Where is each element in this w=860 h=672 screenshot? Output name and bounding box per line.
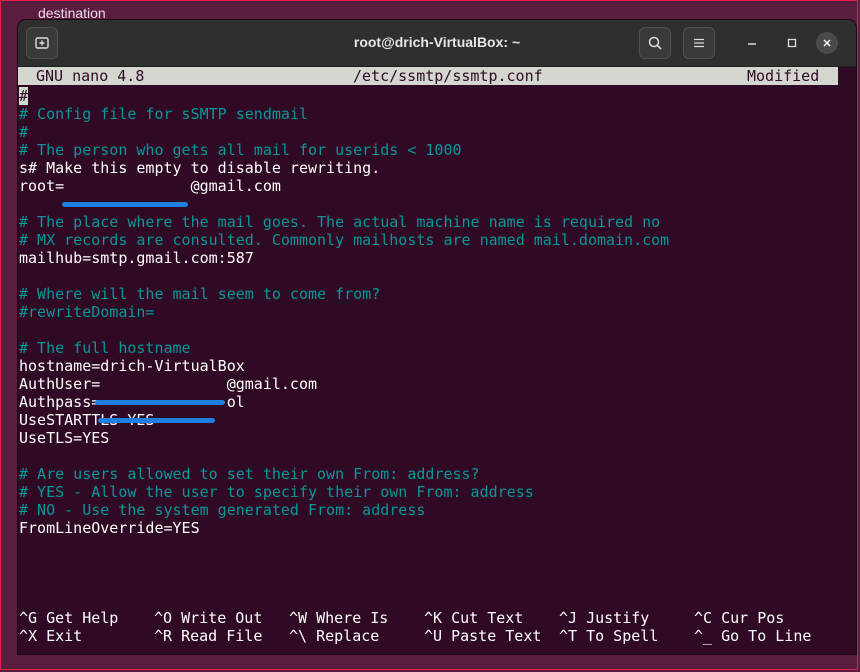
background-window-title: destination bbox=[38, 5, 106, 21]
editor-line[interactable]: # The person who gets all mail for useri… bbox=[19, 141, 462, 159]
editor-line[interactable]: # NO - Use the system generated From: ad… bbox=[19, 501, 425, 519]
shortcut-key: ^W bbox=[289, 609, 308, 627]
editor-line[interactable]: # The place where the mail goes. The act… bbox=[19, 213, 660, 231]
shortcut-item: ^R Read File bbox=[154, 627, 262, 645]
shortcut-item: ^X Exit bbox=[19, 627, 82, 645]
editor-line[interactable]: # YES - Allow the user to specify their … bbox=[19, 483, 534, 501]
nano-version: GNU nano 4.8 bbox=[36, 67, 145, 85]
shortcut-label: Replace bbox=[307, 627, 380, 645]
minimize-button[interactable] bbox=[736, 27, 768, 59]
shortcut-key: ^X bbox=[19, 627, 38, 645]
shortcut-key: ^_ bbox=[694, 627, 713, 645]
shortcut-label: Read File bbox=[172, 627, 263, 645]
shortcut-item: ^C Cur Pos bbox=[694, 609, 784, 627]
shortcut-item: ^_ Go To Line bbox=[694, 627, 811, 645]
editor-line[interactable]: s# Make this empty to disable rewriting. bbox=[19, 159, 380, 177]
redaction-mark bbox=[62, 202, 188, 207]
shortcut-label: Cut Text bbox=[442, 609, 524, 627]
shortcut-label: Get Help bbox=[37, 609, 119, 627]
text-cursor: # bbox=[19, 87, 29, 105]
shortcut-key: ^\ bbox=[289, 627, 308, 645]
editor-line[interactable]: # bbox=[19, 123, 28, 141]
terminal-window: root@drich-VirtualBox: ~ GNU nano 4.8 /e… bbox=[18, 20, 856, 654]
shortcut-item: ^J Justify bbox=[559, 609, 649, 627]
shortcut-item: ^W Where Is bbox=[289, 609, 388, 627]
editor-line[interactable]: # Where will the mail seem to come from? bbox=[19, 285, 380, 303]
terminal-area[interactable]: GNU nano 4.8 /etc/ssmtp/ssmtp.conf Modif… bbox=[18, 67, 856, 654]
shortcut-item: ^\ Replace bbox=[289, 627, 379, 645]
menu-button[interactable] bbox=[683, 27, 715, 59]
editor-line[interactable]: UseTLS=YES bbox=[19, 429, 109, 447]
nano-header-bar: GNU nano 4.8 /etc/ssmtp/ssmtp.conf Modif… bbox=[18, 67, 838, 85]
shortcut-item: ^G Get Help bbox=[19, 609, 118, 627]
shortcut-key: ^U bbox=[424, 627, 443, 645]
shortcut-item: ^K Cut Text bbox=[424, 609, 523, 627]
maximize-icon bbox=[787, 38, 797, 48]
redaction-mark bbox=[98, 418, 215, 423]
hamburger-menu-icon bbox=[694, 38, 704, 48]
shortcut-item: ^T To Spell bbox=[559, 627, 658, 645]
search-button[interactable] bbox=[639, 27, 671, 59]
editor-line[interactable]: FromLineOverride=YES bbox=[19, 519, 200, 537]
shortcut-key: ^K bbox=[424, 609, 443, 627]
editor-line[interactable]: # Config file for sSMTP sendmail bbox=[19, 105, 308, 123]
editor-line[interactable]: # MX records are consulted. Commonly mai… bbox=[19, 231, 669, 249]
shortcut-key: ^T bbox=[559, 627, 578, 645]
close-icon bbox=[823, 39, 831, 47]
shortcut-label: To Spell bbox=[577, 627, 659, 645]
editor-line[interactable]: # Are users allowed to set their own Fro… bbox=[19, 465, 480, 483]
redaction-mark bbox=[95, 400, 225, 405]
nano-status: Modified bbox=[747, 67, 820, 85]
editor-line[interactable]: mailhub=smtp.gmail.com:587 bbox=[19, 249, 254, 267]
editor-line[interactable]: # bbox=[19, 87, 29, 105]
shortcut-label: Cur Pos bbox=[712, 609, 785, 627]
close-button[interactable] bbox=[816, 32, 838, 54]
editor-line[interactable]: AuthUser= @gmail.com bbox=[19, 375, 317, 393]
shortcut-item: ^U Paste Text bbox=[424, 627, 541, 645]
minimize-icon bbox=[748, 43, 756, 45]
nano-filename: /etc/ssmtp/ssmtp.conf bbox=[353, 67, 543, 85]
shortcut-label: Exit bbox=[37, 627, 83, 645]
shortcut-label: Go To Line bbox=[712, 627, 812, 645]
shortcut-key: ^O bbox=[154, 609, 173, 627]
shortcut-label: Paste Text bbox=[442, 627, 542, 645]
shortcut-label: Write Out bbox=[172, 609, 263, 627]
shortcut-key: ^G bbox=[19, 609, 38, 627]
shortcut-item: ^O Write Out bbox=[154, 609, 262, 627]
editor-line[interactable]: #rewriteDomain= bbox=[19, 303, 154, 321]
shortcut-label: Where Is bbox=[307, 609, 389, 627]
editor-line[interactable]: hostname=drich-VirtualBox bbox=[19, 357, 245, 375]
shortcut-key: ^C bbox=[694, 609, 713, 627]
maximize-button[interactable] bbox=[776, 27, 808, 59]
shortcut-key: ^R bbox=[154, 627, 173, 645]
editor-line[interactable]: # The full hostname bbox=[19, 339, 191, 357]
shortcut-label: Justify bbox=[577, 609, 650, 627]
editor-line[interactable]: root= @gmail.com bbox=[19, 177, 281, 195]
search-icon bbox=[648, 36, 662, 50]
shortcut-key: ^J bbox=[559, 609, 578, 627]
titlebar[interactable]: root@drich-VirtualBox: ~ bbox=[18, 20, 856, 67]
window-title: root@drich-VirtualBox: ~ bbox=[353, 34, 521, 50]
